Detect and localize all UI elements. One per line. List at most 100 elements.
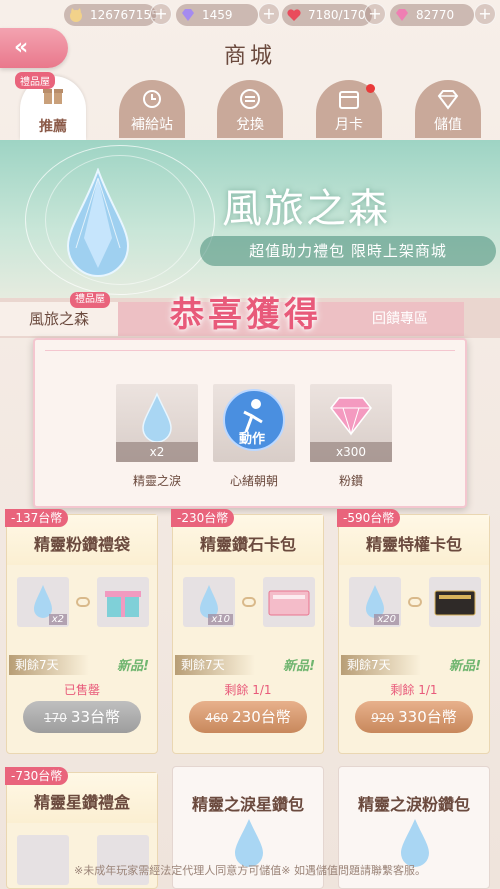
- diamond-counter: 1459: [176, 4, 258, 26]
- section-current[interactable]: 禮品屋 風旅之森: [0, 292, 118, 336]
- reward-item: 動作 心緒朝朝: [213, 384, 295, 489]
- footer-notice: ※未成年玩家需經法定代理人同意方可儲值※ 如遇儲值問題請聯繫客服。: [74, 864, 426, 877]
- purple-diamond-icon: [182, 9, 194, 21]
- tab-label: 月卡: [335, 117, 363, 133]
- coin-value: 126767155: [90, 8, 159, 22]
- diamond-icon: [437, 90, 459, 110]
- pack-card[interactable]: -137台幣 精靈粉鑽禮袋 x2 剩餘7天 新品! 已售罄 170 33台幣: [5, 509, 158, 754]
- spirit-tear-icon: [401, 819, 429, 867]
- shop-screen: { "currency": { "coins": "126767155", "d…: [0, 0, 500, 889]
- discount-tag: -730台幣: [5, 767, 69, 785]
- heart-icon: [287, 9, 301, 21]
- pack-name: 精靈之淚粉鑽包: [357, 795, 470, 814]
- pack-name: 精靈特權卡包: [365, 535, 462, 554]
- discount-tag: -590台幣: [337, 509, 401, 527]
- pack-item-slot: x20: [349, 577, 401, 627]
- congrats-title: 恭喜獲得: [170, 295, 322, 335]
- pack-item-slot: [263, 577, 315, 627]
- time-remaining: 剩餘7天: [341, 655, 421, 675]
- gift-box-icon: [43, 89, 63, 104]
- slot-qty: x2: [48, 614, 67, 625]
- tab-supply[interactable]: 補給站: [119, 80, 185, 138]
- coin-counter: 126767155: [64, 4, 159, 26]
- notification-dot: [366, 84, 375, 93]
- link-icon: [76, 597, 90, 607]
- shop-tabs: 禮品屋 推薦 補給站 兌換 月卡 儲值: [0, 72, 500, 140]
- banner-subtitle: 超值助力禮包 限時上架商城: [200, 236, 496, 266]
- stock-status: 剩餘 1/1: [224, 683, 272, 697]
- pack-card[interactable]: -230台幣 精靈鑽石卡包 x10 剩餘7天 新品! 剩餘 1/1 460 230…: [171, 509, 324, 754]
- popup-divider: [45, 350, 455, 351]
- privilege-card-icon: [434, 590, 476, 616]
- pack-item-slot: x2: [17, 577, 69, 627]
- price: 230台幣: [232, 708, 291, 726]
- link-icon: [242, 597, 256, 607]
- spirit-tear-icon: [66, 168, 130, 277]
- buy-button[interactable]: 170 33台幣: [23, 701, 141, 733]
- gift-house-badge: 禮品屋: [70, 292, 110, 308]
- pink-diamond-icon: [330, 397, 372, 436]
- banner-title: 風旅之森: [222, 186, 390, 232]
- new-tag: 新品!: [449, 659, 481, 674]
- spirit-tear-icon: [142, 392, 172, 442]
- pack-name: 精靈鑽石卡包: [199, 535, 296, 554]
- tab-label: 補給站: [131, 117, 173, 133]
- stock-status: 剩餘 1/1: [390, 683, 438, 697]
- original-price: 920: [371, 711, 395, 725]
- cat-coin-icon: [70, 8, 82, 22]
- spirit-tear-icon: [235, 819, 263, 867]
- reward-qty: x2: [116, 442, 198, 462]
- discount-tag: -137台幣: [5, 509, 69, 527]
- pack-item-slot: [429, 577, 481, 627]
- page-title: 商城: [223, 44, 276, 69]
- slot-qty: x10: [208, 614, 233, 625]
- add-diamonds-button[interactable]: +: [258, 3, 280, 25]
- tab-top-up[interactable]: 儲值: [415, 80, 481, 138]
- diamond-card-icon: [268, 590, 310, 616]
- section-current-label: 風旅之森: [28, 310, 89, 328]
- reward-name: 心緒朝朝: [229, 474, 278, 488]
- reward-item: x300 粉鑽: [310, 384, 392, 489]
- calendar-icon: [339, 91, 359, 109]
- pack-card[interactable]: -590台幣 精靈特權卡包 x20 剩餘7天 新品! 剩餘 1/1 920 330…: [337, 509, 490, 754]
- buy-button[interactable]: 920 330台幣: [355, 701, 473, 733]
- pink-diamond-counter: 82770: [390, 4, 474, 26]
- reward-name: 精靈之淚: [132, 474, 181, 488]
- price: 330台幣: [398, 708, 457, 726]
- stamina-counter: 7180/170: [282, 4, 372, 26]
- original-price: 460: [205, 711, 229, 725]
- discount-tag: -230台幣: [171, 509, 235, 527]
- tab-monthly-card[interactable]: 月卡: [316, 80, 382, 138]
- new-tag: 新品!: [283, 659, 315, 674]
- tab-exchange[interactable]: 兌換: [217, 80, 283, 138]
- tab-label: 推薦: [39, 119, 67, 135]
- time-remaining: 剩餘7天: [175, 655, 255, 675]
- link-icon: [408, 597, 422, 607]
- pink-diamond-value: 82770: [416, 8, 455, 22]
- pack-name: 精靈星鑽禮盒: [33, 793, 130, 812]
- add-pink-diamonds-button[interactable]: +: [474, 3, 496, 25]
- tab-label: 儲值: [434, 117, 462, 133]
- original-price: 170: [44, 711, 67, 725]
- exchange-icon: [240, 89, 260, 109]
- pack-name: 精靈粉鑽禮袋: [33, 535, 130, 554]
- reward-popup[interactable]: x2 精靈之淚 動作 心緒朝朝 x300 粉鑽: [33, 338, 467, 508]
- pack-item-slot: x10: [183, 577, 235, 627]
- tab-recommend[interactable]: 禮品屋 推薦: [15, 72, 86, 140]
- pink-diamond-icon: [396, 9, 408, 21]
- slot-qty: x20: [374, 614, 399, 625]
- add-stamina-button[interactable]: +: [364, 3, 386, 25]
- currency-bar: 126767155 + 1459 + 7180/170 + 82770 +: [0, 0, 500, 30]
- price: 33台幣: [70, 708, 120, 726]
- time-remaining: 剩餘7天: [9, 655, 89, 675]
- stock-status: 已售罄: [63, 683, 100, 697]
- pack-item-slot: [97, 577, 149, 627]
- pack-name: 精靈之淚星鑽包: [191, 795, 304, 814]
- section-feedback[interactable]: 回饋專區: [372, 302, 428, 336]
- stamina-value: 7180/170: [308, 8, 366, 22]
- supply-icon: [143, 90, 161, 108]
- reward-item: x2 精靈之淚: [116, 384, 198, 489]
- gift-box-icon: [105, 591, 141, 617]
- add-coins-button[interactable]: +: [150, 3, 172, 25]
- buy-button[interactable]: 460 230台幣: [189, 701, 307, 733]
